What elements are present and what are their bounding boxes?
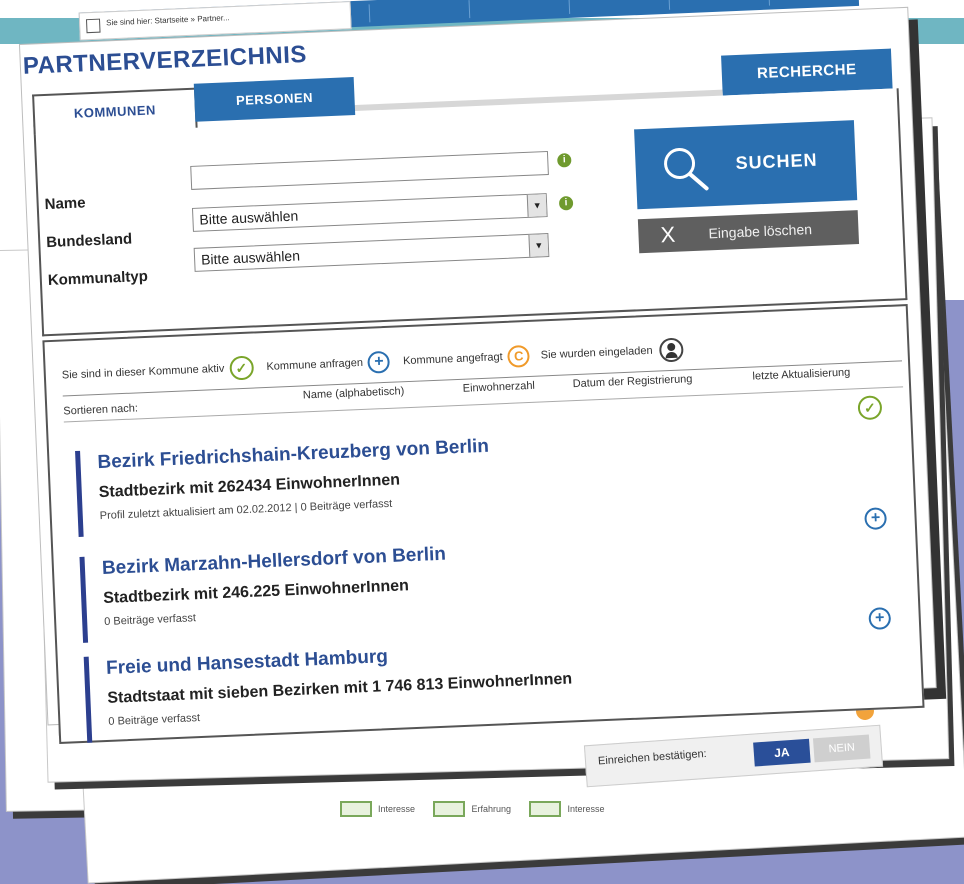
confirm-ja-button[interactable]: JA <box>753 738 811 767</box>
sort-name-link[interactable]: Name (alphabetisch) <box>303 385 405 401</box>
person-icon <box>659 337 685 363</box>
nav-cell[interactable] <box>368 0 467 23</box>
suchen-label: SUCHEN <box>735 149 818 174</box>
close-icon: X <box>659 221 676 248</box>
entry-meta: 0 Beiträge verfasst <box>103 612 197 628</box>
sort-registrierung-link[interactable]: Datum der Registrierung <box>572 373 692 390</box>
nav-cell[interactable] <box>768 0 866 6</box>
sort-aktualisierung-link[interactable]: letzte Aktualisierung <box>752 367 850 383</box>
bundesland-label: Bundesland <box>45 230 133 252</box>
confirm-label: Einreichen bestätigen: <box>597 747 708 768</box>
plus-icon[interactable]: + <box>868 607 892 630</box>
check-icon: ✓ <box>228 355 254 381</box>
entry-name-link[interactable]: Bezirk Marzahn-Hellersdorf von Berlin <box>102 544 447 580</box>
plus-icon: + <box>367 350 391 374</box>
entry-name-link[interactable]: Bezirk Friedrichshain-Kreuzberg von Berl… <box>97 436 489 474</box>
legend-swatch-icon <box>529 800 562 817</box>
sort-einwohner-link[interactable]: Einwohnerzahl <box>463 380 536 395</box>
legend-eingeladen-label: Sie wurden eingeladen <box>540 344 653 362</box>
search-icon <box>664 147 709 191</box>
nav-cell[interactable] <box>468 0 567 19</box>
legend-label: Interesse <box>378 803 416 814</box>
legend-aktiv-label: Sie sind in dieser Kommune aktiv <box>61 362 225 382</box>
suchen-button[interactable]: SUCHEN <box>634 120 858 210</box>
name-label: Name <box>44 194 86 214</box>
check-icon[interactable]: ✓ <box>857 395 883 421</box>
confirm-nein-button[interactable]: NEIN <box>812 734 871 763</box>
tab-kommunen[interactable]: KOMMUNEN <box>32 87 198 135</box>
nav-cell[interactable] <box>668 0 767 10</box>
dropdown-arrow-icon[interactable]: ▼ <box>526 194 547 217</box>
requested-icon: C <box>507 344 531 368</box>
legend-angefragt-label: Kommune angefragt <box>402 351 503 368</box>
legend-swatch-icon <box>433 800 466 817</box>
list-item[interactable]: Bezirk Marzahn-Hellersdorf von Berlin St… <box>79 525 842 647</box>
breadcrumb: Sie sind hier: Startseite » Partner... <box>105 13 230 28</box>
entry-description: Stadtbezirk mit 262434 EinwohnerInnen <box>98 471 401 502</box>
entry-accent-bar <box>79 556 89 643</box>
legend-label: Erfahrung <box>471 803 512 814</box>
results-panel: Sie sind in dieser Kommune aktiv ✓ Kommu… <box>42 304 925 744</box>
kommunaltyp-value: Bitte auswählen <box>200 247 301 268</box>
entry-name-link[interactable]: Freie und Hansestadt Hamburg <box>106 646 389 680</box>
entry-meta: Profil zuletzt aktualisiert am 02.02.201… <box>99 497 393 523</box>
legend-swatch-icon <box>340 800 372 817</box>
plus-icon[interactable]: + <box>864 507 888 531</box>
entry-description: Stadtbezirk mit 246.225 EinwohnerInnen <box>102 577 410 607</box>
page-title: PARTNERVERZEICHNIS <box>22 41 308 80</box>
dropdown-arrow-icon[interactable]: ▼ <box>528 234 549 257</box>
list-item[interactable]: Bezirk Friedrichshain-Kreuzberg von Berl… <box>75 419 838 541</box>
entry-accent-bar <box>75 450 84 537</box>
background-legend: Interesse Erfahrung Interesse <box>340 800 700 830</box>
sort-label: Sortieren nach: <box>63 402 139 418</box>
entry-accent-bar <box>83 656 93 743</box>
legend-anfragen-label: Kommune anfragen <box>266 356 364 373</box>
tab-personen[interactable]: PERSONEN <box>193 77 356 122</box>
partner-directory-card: Sie sind hier: Startseite » Partner... P… <box>20 0 936 744</box>
bundesland-value: Bitte auswählen <box>199 207 299 228</box>
entry-meta: 0 Beiträge verfasst <box>108 712 201 728</box>
checkbox-icon[interactable] <box>85 18 101 34</box>
legend-label: Interesse <box>567 803 605 814</box>
clear-label: Eingabe löschen <box>708 221 813 242</box>
nav-cell[interactable] <box>568 0 667 14</box>
